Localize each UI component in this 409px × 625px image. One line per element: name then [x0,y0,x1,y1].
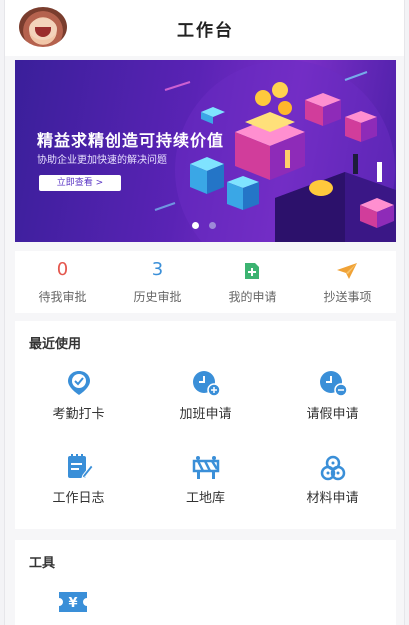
paper-plane-icon [337,263,357,279]
section-title: 最近使用 [29,337,82,352]
tile-label: 工作日志 [52,491,105,506]
banner-view-button[interactable]: 立即查看 > [39,175,121,191]
location-check-icon [68,371,90,395]
tile-site-library[interactable]: 工地库 [142,445,269,515]
tile-leave[interactable]: 请假申请 [269,361,396,431]
stat-history-approval[interactable]: 3 历史审批 [110,251,205,313]
tile-label: 请假申请 [306,407,359,422]
tile-work-log[interactable]: 工作日志 [15,445,142,515]
recent-section: 最近使用 考勤打卡 加班申请 请假申请 工作日志 工地库 材料申请 [15,321,396,529]
promo-banner[interactable]: 精益求精创造可持续价值 协助企业更加快速的解决问题 立即查看 > [15,60,396,242]
construction-barrier-icon [192,456,220,479]
tile-overtime[interactable]: 加班申请 [142,361,269,431]
clock-plus-icon [193,371,220,397]
tile-label: 工地库 [185,491,225,506]
stat-cc-items[interactable]: 抄送事项 [300,251,395,313]
page-title: 工作台 [177,21,234,41]
stat-label: 抄送事项 [323,290,372,304]
pending-count: 0 [56,259,69,280]
stat-my-applications[interactable]: 我的申请 [205,251,300,313]
stat-label: 我的申请 [228,290,277,304]
notebook-edit-icon [68,454,93,479]
banner-title: 精益求精创造可持续价值 [37,131,225,150]
section-title: 工具 [29,556,56,571]
tile-label: 材料申请 [306,491,359,506]
app-frame: 工作台 精益求精创造可持续价值 协助企业更加快速的解决问题 立即查看 > 0 待… [4,0,405,625]
carousel-dot-active[interactable] [192,222,199,229]
banner-subtitle: 协助企业更加快速的解决问题 [37,155,167,166]
tile-material-request[interactable]: 材料申请 [269,445,396,515]
tile-attendance[interactable]: 考勤打卡 [15,361,142,431]
tools-section: 工具 ¥ [15,540,396,625]
clock-minus-icon [320,371,347,397]
history-count: 3 [151,259,164,280]
add-document-icon [245,263,259,279]
stat-label: 历史审批 [133,290,182,304]
stat-label: 待我审批 [38,290,87,304]
carousel-dot[interactable] [209,222,216,229]
header: 工作台 [5,0,404,56]
tile-label: 考勤打卡 [52,407,105,422]
yuan-ticket-icon[interactable]: ¥ [58,590,88,614]
svg-text:¥: ¥ [68,596,77,611]
stat-pending-approval[interactable]: 0 待我审批 [15,251,110,313]
materials-stack-icon [320,455,346,481]
tile-label: 加班申请 [179,407,232,422]
approval-stats: 0 待我审批 3 历史审批 我的申请 抄送事项 [15,251,396,313]
